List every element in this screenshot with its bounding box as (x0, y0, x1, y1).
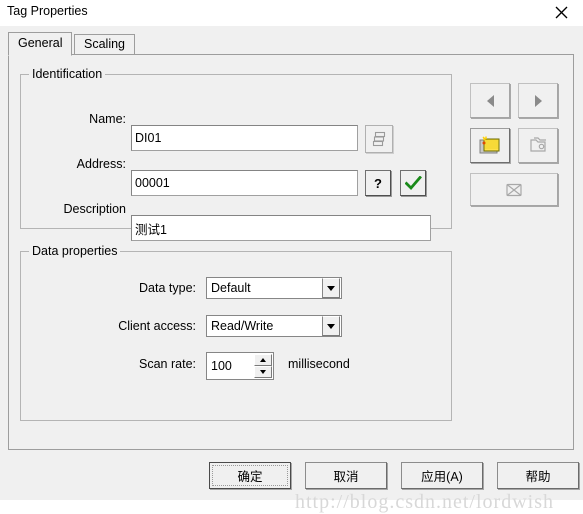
ok-button[interactable]: 确定 (209, 462, 291, 489)
address-label: Address: (76, 157, 126, 171)
cancel-button[interactable]: 取消 (305, 462, 387, 489)
cancel-button-label: 取消 (333, 470, 359, 484)
address-help-button[interactable]: ? (365, 170, 391, 196)
tab-strip: General Scaling (8, 32, 574, 56)
delete-tag-button[interactable] (470, 173, 558, 206)
copy-tags-icon (530, 136, 546, 152)
name-input[interactable] (131, 125, 358, 151)
help-button-label: 帮助 (525, 470, 551, 484)
tag-properties-dialog: Tag Properties General Scaling Identific… (0, 0, 583, 513)
triangle-left-icon (486, 94, 494, 107)
data-properties-group-title: Data properties (29, 244, 121, 258)
close-x-glyph (555, 6, 567, 18)
address-validate-button[interactable] (400, 170, 426, 196)
spinner-up-icon[interactable] (254, 354, 272, 366)
next-tag-button[interactable] (518, 83, 558, 118)
data-type-select[interactable]: Default (206, 277, 342, 299)
dialog-body: General Scaling Identification Name: Add… (0, 26, 583, 513)
duplicate-tag-button[interactable] (518, 128, 558, 163)
green-check-icon (404, 175, 422, 190)
window-title: Tag Properties (7, 4, 88, 18)
data-type-label: Data type: (139, 281, 196, 295)
scan-rate-units-label: milliseconds (288, 357, 350, 371)
new-tag-folder-icon (479, 136, 500, 154)
delete-tag-icon (506, 183, 522, 196)
stacked-tags-icon (372, 131, 385, 147)
help-button[interactable]: 帮助 (497, 462, 579, 489)
scan-rate-stepper[interactable] (206, 352, 274, 380)
new-tag-button[interactable] (470, 128, 510, 163)
identification-group-title: Identification (29, 67, 106, 81)
title-bar: Tag Properties (0, 0, 583, 26)
close-icon[interactable] (539, 0, 583, 24)
scan-rate-spin-buttons (254, 354, 272, 378)
client-access-label: Client access: (118, 319, 196, 333)
data-type-value: Default (211, 281, 251, 295)
name-label: Name: (89, 112, 126, 126)
client-access-value: Read/Write (211, 319, 274, 333)
ok-button-label: 确定 (237, 470, 263, 484)
client-access-select[interactable]: Read/Write (206, 315, 342, 337)
apply-button[interactable]: 应用(A) (401, 462, 483, 489)
watermark-text: http://blog.csdn.net/lordwish (295, 491, 554, 513)
triangle-right-icon (534, 94, 542, 107)
tab-general[interactable]: General (8, 32, 73, 56)
chevron-down-icon[interactable] (322, 316, 340, 336)
previous-tag-button[interactable] (470, 83, 510, 118)
name-browse-button[interactable] (365, 125, 393, 153)
scan-rate-label: Scan rate: (139, 357, 196, 371)
question-mark-icon: ? (374, 175, 382, 191)
tab-scaling[interactable]: Scaling (74, 34, 135, 55)
spinner-down-icon[interactable] (254, 366, 272, 378)
apply-button-label: 应用(A) (421, 470, 463, 484)
description-label: Description (63, 202, 126, 216)
address-input[interactable] (131, 170, 358, 196)
chevron-down-icon[interactable] (322, 278, 340, 298)
scan-rate-input[interactable] (207, 353, 254, 379)
description-input[interactable] (131, 215, 431, 241)
